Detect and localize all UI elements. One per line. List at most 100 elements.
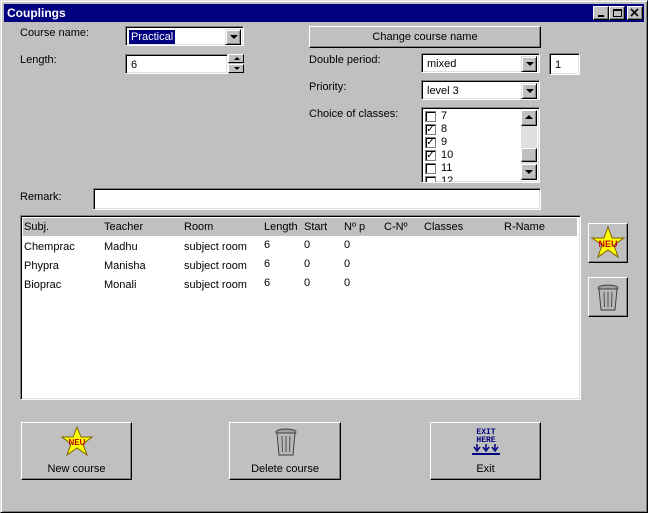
- classes-scrollbar[interactable]: [521, 110, 537, 180]
- course-name-label: Course name:: [20, 27, 90, 39]
- remark-label: Remark:: [20, 191, 62, 203]
- change-course-name-button[interactable]: Change course name: [309, 26, 541, 48]
- double-period-count-value: 1: [555, 59, 562, 71]
- cell-subj: Phypra: [24, 260, 59, 272]
- spin-down-button[interactable]: [228, 64, 244, 73]
- table-row[interactable]: Chemprac Madhu subject room 6 0 0: [23, 238, 577, 256]
- cell-start: 0: [304, 277, 311, 289]
- new-icon-button[interactable]: NEU: [588, 223, 628, 263]
- priority-dropdown-button[interactable]: [521, 83, 537, 99]
- spin-up-button[interactable]: [228, 54, 244, 63]
- trash-icon-button[interactable]: [588, 277, 628, 317]
- col-header-room[interactable]: Room: [184, 221, 213, 233]
- class-label: 9: [441, 136, 448, 148]
- arrow-down-icon: [525, 170, 533, 174]
- chevron-down-icon: [526, 62, 534, 66]
- length-label: Length:: [20, 54, 57, 66]
- cell-np: 0: [344, 277, 351, 289]
- double-period-count-field[interactable]: 1: [549, 53, 580, 75]
- new-icon-text: NEU: [598, 239, 617, 249]
- course-name-value: Practical: [129, 30, 176, 44]
- double-period-combo[interactable]: mixed: [421, 53, 540, 73]
- cell-room: subject room: [184, 241, 247, 253]
- window-title: Couplings: [7, 6, 66, 20]
- delete-course-button[interactable]: Delete course: [229, 422, 341, 480]
- double-period-dropdown-button[interactable]: [521, 56, 537, 72]
- cell-length: 6: [264, 258, 271, 270]
- close-icon: [630, 8, 639, 17]
- choice-of-classes-label: Choice of classes:: [309, 108, 399, 120]
- col-header-classes[interactable]: Classes: [424, 221, 463, 233]
- star-new-icon: NEU: [590, 225, 626, 259]
- maximize-icon: [613, 9, 622, 17]
- course-name-combo[interactable]: Practical: [125, 26, 244, 46]
- couplings-window: Couplings Course name: Practical Length:…: [0, 0, 648, 513]
- cell-start: 0: [304, 239, 311, 251]
- cell-length: 6: [264, 277, 271, 289]
- new-course-label: New course: [47, 463, 106, 475]
- class-checkbox[interactable]: ✓: [425, 150, 436, 161]
- col-header-cn[interactable]: C-Nº: [384, 221, 408, 233]
- remark-field[interactable]: [93, 188, 541, 210]
- class-checkbox[interactable]: [425, 163, 436, 174]
- class-label: 10: [441, 149, 454, 161]
- chevron-down-icon: [526, 89, 534, 93]
- col-header-teacher[interactable]: Teacher: [104, 221, 143, 233]
- class-label: 7: [441, 110, 448, 122]
- class-label: 12: [441, 175, 454, 183]
- col-header-subj[interactable]: Subj.: [24, 221, 49, 233]
- cell-subj: Chemprac: [24, 241, 75, 253]
- priority-combo[interactable]: level 3: [421, 80, 540, 100]
- class-checkbox[interactable]: [425, 176, 436, 182]
- scroll-thumb[interactable]: [521, 148, 537, 162]
- cell-room: subject room: [184, 260, 247, 272]
- star-new-icon: NEU: [61, 426, 93, 456]
- maximize-button[interactable]: [609, 6, 625, 20]
- class-label: 8: [441, 123, 448, 135]
- cell-start: 0: [304, 258, 311, 270]
- arrow-up-icon: [234, 57, 240, 60]
- trash-can-icon: [597, 284, 619, 311]
- exit-here-icon: EXIT HERE: [472, 428, 500, 455]
- col-header-np[interactable]: Nº p: [344, 221, 365, 233]
- class-checkbox[interactable]: [425, 111, 436, 122]
- close-button[interactable]: [627, 6, 643, 20]
- double-period-value: mixed: [427, 58, 457, 70]
- courses-grid[interactable]: Subj. Teacher Room Length Start Nº p C-N…: [20, 215, 581, 400]
- remark-value: [97, 193, 101, 207]
- priority-label: Priority:: [309, 81, 347, 93]
- trash-can-icon: [275, 428, 297, 456]
- class-checkbox[interactable]: ✓: [425, 137, 436, 148]
- scroll-up-button[interactable]: [521, 110, 537, 126]
- cell-room: subject room: [184, 279, 247, 291]
- grid-header: Subj. Teacher Room Length Start Nº p C-N…: [23, 218, 577, 236]
- chevron-down-icon: [230, 35, 238, 39]
- class-label: 11: [441, 162, 453, 174]
- length-field[interactable]: 6: [125, 54, 228, 74]
- table-row[interactable]: Bioprac Monali subject room 6 0 0: [23, 276, 577, 294]
- title-bar: Couplings: [4, 4, 644, 22]
- length-spinner[interactable]: [228, 54, 244, 74]
- length-value: 6: [131, 59, 138, 71]
- delete-course-label: Delete course: [251, 463, 319, 475]
- col-header-length[interactable]: Length: [264, 221, 298, 233]
- cell-teacher: Madhu: [104, 241, 138, 253]
- col-header-rname[interactable]: R-Name: [504, 221, 545, 233]
- exit-icon-line2: HERE: [476, 436, 495, 445]
- minimize-button[interactable]: [593, 6, 609, 20]
- exit-button[interactable]: EXIT HERE Exit: [430, 422, 541, 480]
- classes-list[interactable]: 7 ✓ 8 ✓ 9 ✓ 10 11 12: [421, 107, 540, 183]
- class-checkbox[interactable]: ✓: [425, 124, 436, 135]
- cell-subj: Bioprac: [24, 279, 62, 291]
- scroll-down-button[interactable]: [521, 164, 537, 180]
- minimize-icon: [598, 15, 604, 17]
- course-name-dropdown-button[interactable]: [225, 29, 241, 45]
- cell-teacher: Monali: [104, 279, 137, 291]
- col-header-start[interactable]: Start: [304, 221, 327, 233]
- cell-np: 0: [344, 258, 351, 270]
- change-course-name-label: Change course name: [372, 31, 478, 43]
- table-row[interactable]: Phypra Manisha subject room 6 0 0: [23, 257, 577, 275]
- new-course-button[interactable]: NEU New course: [21, 422, 132, 480]
- double-period-label: Double period:: [309, 54, 381, 66]
- arrow-up-icon: [525, 115, 533, 119]
